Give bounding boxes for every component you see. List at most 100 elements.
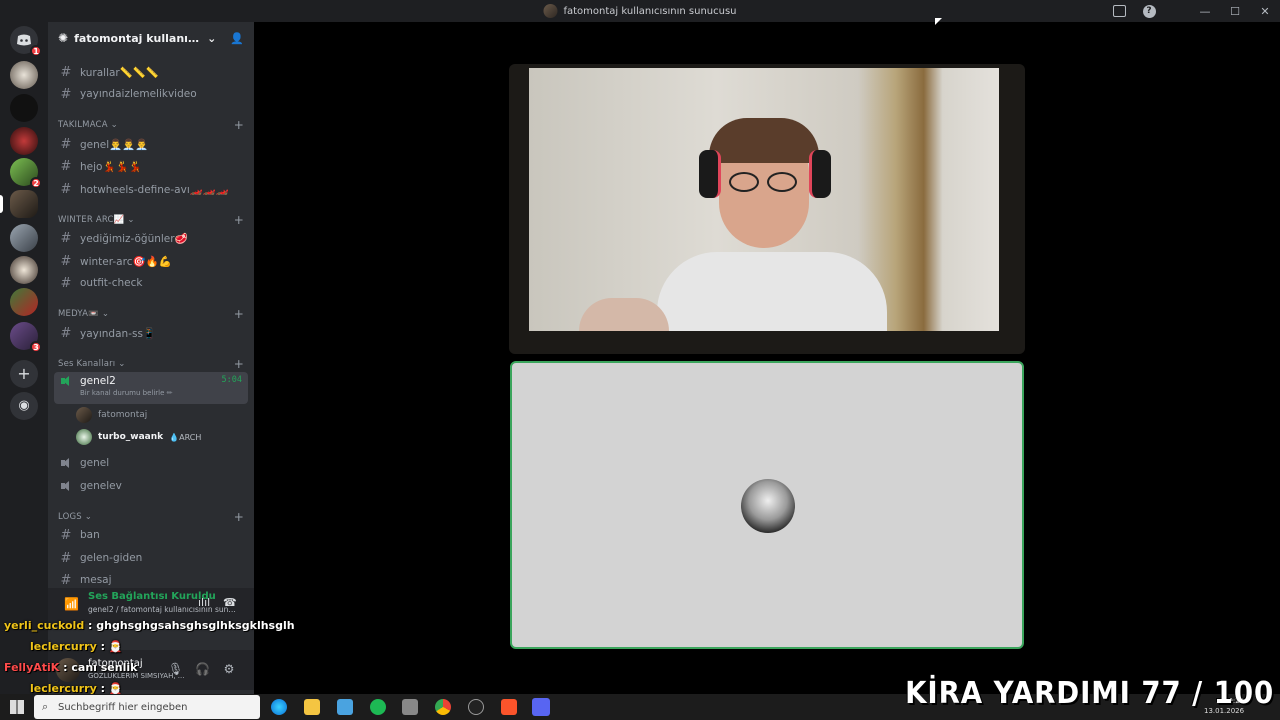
folder-icon[interactable] xyxy=(304,699,320,715)
avatar xyxy=(76,407,92,423)
minimize-button[interactable]: — xyxy=(1190,0,1220,22)
category-logs[interactable]: LOGS ⌄ + xyxy=(58,510,244,524)
channel-gelen-giden[interactable]: # gelen-giden xyxy=(54,548,248,568)
signal-icon: 📶 xyxy=(64,597,79,611)
channel-winter-arc[interactable]: # winter-arc🎯🔥💪 xyxy=(54,251,248,271)
server-icon-active[interactable] xyxy=(10,190,38,218)
user-tag: 💧ARCH xyxy=(169,432,202,442)
voice-channel-genel[interactable]: genel xyxy=(54,453,248,473)
category-medya[interactable]: MEDYA📼 ⌄ + xyxy=(58,307,244,321)
start-icon[interactable] xyxy=(10,700,24,714)
server-icon[interactable] xyxy=(10,127,38,155)
voice-connected-title[interactable]: Ses Bağlantısı Kuruldu xyxy=(88,591,216,602)
server-rail: 1 2 3 + ◉ xyxy=(0,22,48,694)
channel-yayindaizlemelikvideo[interactable]: # yayındaizlemelikvideo xyxy=(54,84,248,104)
store-icon[interactable] xyxy=(337,699,353,715)
spotify-icon[interactable] xyxy=(370,699,386,715)
inbox-button[interactable] xyxy=(1104,0,1134,22)
add-channel-icon[interactable]: + xyxy=(234,510,244,524)
server-icon[interactable] xyxy=(10,224,38,252)
voice-user[interactable]: fatomontaj xyxy=(76,406,147,424)
chrome-icon[interactable] xyxy=(435,699,451,715)
glasses-left xyxy=(729,172,759,192)
disconnect-icon[interactable]: ☎ xyxy=(223,596,237,609)
category-voice[interactable]: Ses Kanalları ⌄ + xyxy=(58,357,244,371)
add-channel-icon[interactable]: + xyxy=(234,118,244,132)
close-button[interactable]: ✕ xyxy=(1250,0,1280,22)
calculator-icon[interactable] xyxy=(402,699,418,715)
steam-icon[interactable] xyxy=(468,699,484,715)
channel-genel[interactable]: # genel👨‍💼👨‍💼👨‍💼 xyxy=(54,134,248,154)
voice-stage xyxy=(254,22,1280,694)
help-button[interactable]: ? xyxy=(1134,0,1164,22)
avatar-tile[interactable] xyxy=(510,361,1024,649)
brave-icon[interactable] xyxy=(501,699,517,715)
invite-icon[interactable]: 👤 xyxy=(230,32,244,45)
add-server-icon[interactable]: + xyxy=(10,360,38,388)
headset-right xyxy=(809,150,831,198)
window-title-text: fatomontaj kullanıcısının sunucusu xyxy=(563,5,737,17)
channel-hotwheels[interactable]: # hotwheels-define-avı🏎️🏎️🏎️ xyxy=(54,179,248,199)
channel-status[interactable]: Bir kanal durumu belirle ✏ xyxy=(80,389,214,397)
discover-icon[interactable]: ◉ xyxy=(10,392,38,420)
channel-mesaj[interactable]: # mesaj xyxy=(54,570,248,590)
channel-yedigimiz-ogunler[interactable]: # yediğimiz-öğünler🥩 xyxy=(54,228,248,248)
server-icon[interactable] xyxy=(10,288,38,316)
hair-shape xyxy=(709,118,819,163)
search-icon: ⌕ xyxy=(42,700,49,713)
discord-window: fatomontaj kullanıcısının sunucusu ? — ☐… xyxy=(0,0,1280,720)
voice-user[interactable]: turbo_waank 💧ARCH xyxy=(76,428,201,446)
voice-channel-genel2[interactable]: genel2 Bir kanal durumu belirle ✏ 5:04 xyxy=(54,372,248,404)
settings-gear-icon[interactable]: ⚙ xyxy=(222,662,236,676)
category-winter-arc[interactable]: WINTER ARC📈 ⌄ + xyxy=(58,213,244,227)
add-channel-icon[interactable]: + xyxy=(234,307,244,321)
noise-suppression-icon[interactable]: ılıl xyxy=(198,596,210,609)
chat-message: FellyAtiK : canı senlik xyxy=(4,661,138,674)
speaker-icon xyxy=(60,457,72,469)
channel-hejo[interactable]: # hejo💃💃💃 xyxy=(54,156,248,176)
headphones-icon[interactable]: 🎧 xyxy=(195,662,210,676)
channel-kurallar[interactable]: # kurallar📏📏📏 xyxy=(54,62,248,82)
hash-icon: # xyxy=(60,86,72,102)
hash-icon: # xyxy=(60,572,72,588)
unread-badge: 2 xyxy=(30,177,42,189)
maximize-button[interactable]: ☐ xyxy=(1220,0,1250,22)
hash-icon: # xyxy=(60,136,72,152)
add-channel-icon[interactable]: + xyxy=(234,213,244,227)
microphone-icon[interactable]: 🎙 xyxy=(168,662,183,676)
discord-taskbar-icon[interactable] xyxy=(532,698,550,716)
rent-support-counter: KİRA YARDIMI 77 / 100 xyxy=(904,676,1274,711)
discord-home-icon[interactable]: 1 xyxy=(10,26,42,57)
unread-badge: 1 xyxy=(30,45,42,57)
voice-connected-sub[interactable]: genel2 / fatomontaj kullanıcısının sunuc… xyxy=(88,605,238,614)
hash-icon: # xyxy=(60,158,72,174)
chat-message: yerli_cuckold : ghghsghgsahsghsglhksgklh… xyxy=(4,619,295,632)
hash-icon: # xyxy=(60,64,72,80)
server-icon[interactable]: 2 xyxy=(10,158,42,189)
server-icon[interactable] xyxy=(10,256,38,284)
title-bar: fatomontaj kullanıcısının sunucusu ? — ☐… xyxy=(0,0,1280,22)
server-icon[interactable] xyxy=(10,94,38,122)
video-tile[interactable] xyxy=(509,64,1025,354)
channel-ban[interactable]: # ban xyxy=(54,525,248,545)
server-settings-icon: ✺ xyxy=(58,31,69,45)
server-header[interactable]: ✺ fatomontaj kullanıcısının... ⌄ 👤 xyxy=(48,22,254,54)
category-takilmaca[interactable]: TAKILMACA ⌄ + xyxy=(58,118,244,132)
hand-shape xyxy=(579,298,669,331)
speaker-icon xyxy=(60,480,72,492)
channel-outfit-check[interactable]: # outfit-check xyxy=(54,273,248,293)
voice-channel-genelev[interactable]: genelev xyxy=(54,476,248,496)
channel-yayindan-ss[interactable]: # yayından-ss📱 xyxy=(54,323,248,343)
server-icon[interactable]: 3 xyxy=(10,322,42,353)
avatar xyxy=(76,429,92,445)
help-icon: ? xyxy=(1142,4,1156,18)
edge-icon[interactable] xyxy=(271,699,287,715)
server-icon[interactable] xyxy=(10,61,38,89)
inbox-icon xyxy=(1112,5,1126,17)
hash-icon: # xyxy=(60,325,72,341)
avatar xyxy=(741,479,795,533)
active-server-pill xyxy=(0,195,3,213)
add-channel-icon[interactable]: + xyxy=(234,357,244,371)
taskbar-search[interactable]: ⌕ Suchbegriff hier eingeben xyxy=(34,695,260,719)
